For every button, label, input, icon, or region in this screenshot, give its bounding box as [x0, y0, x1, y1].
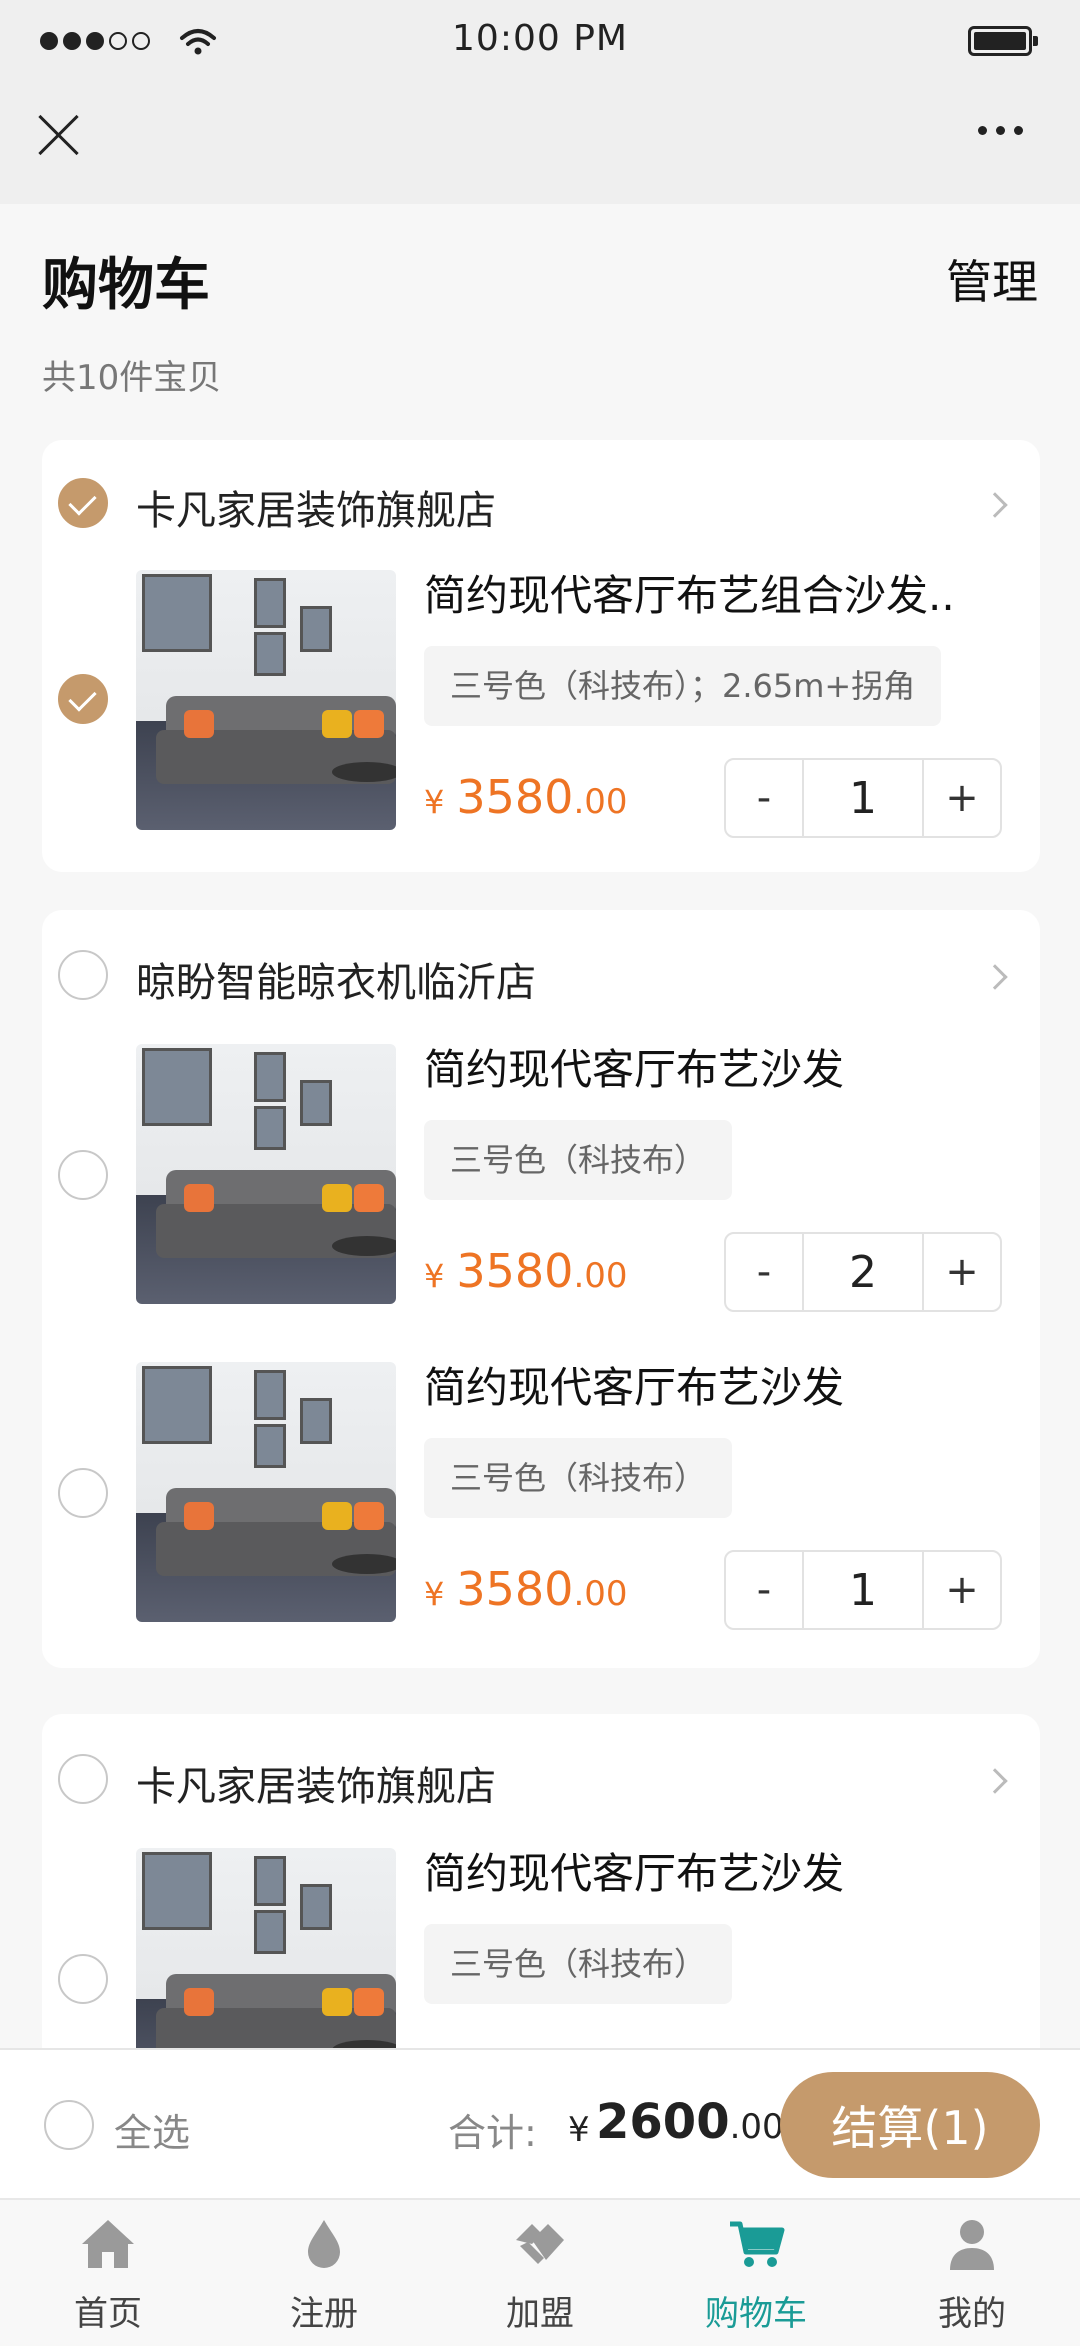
item-count: 共10件宝贝: [42, 358, 222, 398]
price-integer: 3580: [456, 770, 574, 824]
status-bar: 10:00 PM: [0, 0, 1080, 84]
store-card: 晾盼智能晾衣机临沂店 简约现代客厅布艺沙发 三号色（科技布） ¥3580.00 …: [42, 910, 1040, 1668]
cart-icon: [730, 2221, 785, 2267]
increase-button[interactable]: +: [924, 1552, 1000, 1628]
product-spec[interactable]: 三号色（科技布）: [424, 1924, 733, 2004]
more-icon[interactable]: [978, 126, 1023, 135]
drop-icon: [308, 2220, 340, 2268]
status-time: 10:00 PM: [452, 18, 628, 59]
item-checkbox[interactable]: [58, 1954, 108, 2004]
tab-join[interactable]: 加盟: [432, 2200, 648, 2346]
product-price: ¥3580.00: [424, 1244, 628, 1298]
tab-label: 购物车: [705, 2294, 807, 2334]
product-title[interactable]: 简约现代客厅布艺沙发: [424, 1036, 844, 1097]
tab-label: 首页: [74, 2294, 142, 2334]
total-integer: 2600: [596, 2094, 730, 2150]
quantity-stepper: - 2 +: [724, 1232, 1002, 1312]
store-checkbox[interactable]: [58, 950, 108, 1000]
store-name[interactable]: 卡凡家居装饰旗舰店: [136, 1754, 496, 1812]
user-icon: [950, 2220, 994, 2270]
store-checkbox[interactable]: [58, 478, 108, 528]
chevron-right-icon[interactable]: [982, 1768, 1008, 1794]
page-title: 购物车: [42, 253, 210, 318]
item-checkbox[interactable]: [58, 1150, 108, 1200]
quantity-value[interactable]: 2: [802, 1234, 924, 1310]
product-price: ¥3580.00: [424, 1562, 628, 1616]
close-icon[interactable]: [36, 112, 82, 158]
product-title[interactable]: 简约现代客厅布艺组合沙发..: [424, 562, 955, 623]
price-currency: ¥: [424, 783, 445, 821]
increase-button[interactable]: +: [924, 1234, 1000, 1310]
price-decimal: .00: [573, 1574, 628, 1614]
tab-label: 我的: [938, 2294, 1006, 2334]
quantity-value[interactable]: 1: [802, 760, 924, 836]
product-spec[interactable]: 三号色（科技布）: [424, 1438, 733, 1518]
tab-label: 加盟: [506, 2294, 574, 2334]
handshake-icon: [516, 2224, 564, 2264]
home-icon: [82, 2220, 134, 2268]
tab-bar: 首页 注册 加盟 购物车 我的: [0, 2198, 1080, 2346]
quantity-stepper: - 1 +: [724, 1550, 1002, 1630]
total-currency: ¥: [568, 2110, 590, 2150]
product-spec[interactable]: 三号色（科技布）: [424, 1120, 733, 1200]
select-all-label[interactable]: 全选: [114, 2102, 190, 2157]
chevron-right-icon[interactable]: [982, 964, 1008, 990]
product-price: ¥3580.00: [424, 770, 628, 824]
total-label: 合计:: [448, 2111, 537, 2155]
checkout-button[interactable]: 结算(1): [780, 2072, 1040, 2178]
product-spec[interactable]: 三号色（科技布）；2.65m+拐角: [424, 646, 942, 726]
product-image[interactable]: [136, 1362, 396, 1622]
store-checkbox[interactable]: [58, 1754, 108, 1804]
tab-mine[interactable]: 我的: [864, 2200, 1080, 2346]
store-name[interactable]: 卡凡家居装饰旗舰店: [136, 478, 496, 536]
tab-cart[interactable]: 购物车: [648, 2200, 864, 2346]
checkout-bar: 全选 合计: ¥ 2600.00 结算(1): [0, 2048, 1080, 2198]
select-all-checkbox[interactable]: [44, 2100, 94, 2150]
product-image[interactable]: [136, 570, 396, 830]
product-title[interactable]: 简约现代客厅布艺沙发: [424, 1840, 844, 1901]
price-integer: 3580: [456, 1244, 574, 1298]
quantity-stepper: - 1 +: [724, 758, 1002, 838]
item-checkbox[interactable]: [58, 1468, 108, 1518]
increase-button[interactable]: +: [924, 760, 1000, 836]
tab-register[interactable]: 注册: [216, 2200, 432, 2346]
price-currency: ¥: [424, 1257, 445, 1295]
product-title[interactable]: 简约现代客厅布艺沙发: [424, 1354, 844, 1415]
store-name[interactable]: 晾盼智能晾衣机临沂店: [136, 950, 536, 1008]
decrease-button[interactable]: -: [726, 1552, 802, 1628]
tab-home[interactable]: 首页: [0, 2200, 216, 2346]
store-card: 卡凡家居装饰旗舰店 简约现代客厅布艺组合沙发.. 三号色（科技布）；2.65m+…: [42, 440, 1040, 872]
manage-button[interactable]: 管理: [946, 246, 1038, 312]
price-integer: 3580: [456, 1562, 574, 1616]
price-currency: ¥: [424, 1575, 445, 1613]
product-image[interactable]: [136, 1044, 396, 1304]
chevron-right-icon[interactable]: [982, 492, 1008, 518]
price-decimal: .00: [573, 782, 628, 822]
price-decimal: .00: [573, 1256, 628, 1296]
tab-label: 注册: [290, 2294, 358, 2334]
battery-icon: [968, 26, 1038, 56]
quantity-value[interactable]: 1: [802, 1552, 924, 1628]
decrease-button[interactable]: -: [726, 1234, 802, 1310]
total-decimal: .00: [729, 2107, 784, 2147]
decrease-button[interactable]: -: [726, 760, 802, 836]
total-amount: 2600.00: [596, 2094, 784, 2150]
item-checkbox[interactable]: [58, 674, 108, 724]
top-bar: 10:00 PM: [0, 0, 1080, 204]
